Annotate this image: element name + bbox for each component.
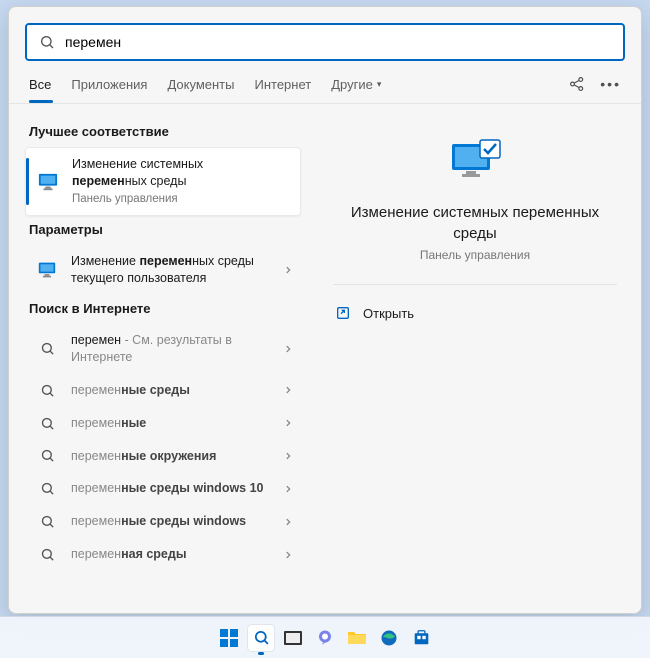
result-web-item[interactable]: переменные окружения (25, 440, 301, 473)
tabs-row: Все Приложения Документы Интернет Другие… (9, 61, 641, 104)
taskbar-explorer-button[interactable] (344, 625, 370, 651)
taskbar (0, 616, 650, 658)
search-input[interactable] (65, 34, 611, 50)
chevron-right-icon (283, 517, 293, 527)
chevron-right-icon (283, 550, 293, 560)
tab-docs[interactable]: Документы (167, 77, 234, 102)
search-icon (33, 448, 61, 463)
taskbar-search-button[interactable] (248, 625, 274, 651)
search-icon (33, 341, 61, 356)
preview-subtitle: Панель управления (420, 248, 530, 262)
tab-all[interactable]: Все (29, 77, 51, 102)
open-icon (335, 305, 351, 321)
result-web-item[interactable]: переменные среды windows 10 (25, 472, 301, 505)
chevron-right-icon (283, 484, 293, 494)
chevron-right-icon (283, 385, 293, 395)
results-list: Лучшее соответствие Изменение системных … (9, 104, 309, 613)
tab-apps[interactable]: Приложения (71, 77, 147, 102)
chevron-right-icon (283, 418, 293, 428)
taskbar-store-button[interactable] (408, 625, 434, 651)
preview-pane: Изменение системных переменных среды Пан… (309, 104, 641, 613)
monitor-check-icon (448, 138, 502, 186)
search-icon (33, 383, 61, 398)
result-web-item[interactable]: переменные среды (25, 374, 301, 407)
section-best-match: Лучшее соответствие (29, 124, 297, 139)
open-label: Открыть (363, 306, 414, 321)
start-button[interactable] (216, 625, 242, 651)
search-icon (39, 34, 55, 50)
chevron-right-icon (283, 344, 293, 354)
search-window: Все Приложения Документы Интернет Другие… (8, 6, 642, 614)
result-web-item[interactable]: переменная среды (25, 538, 301, 571)
tab-web[interactable]: Интернет (254, 77, 311, 102)
tab-more[interactable]: Другие▾ (331, 77, 381, 102)
chevron-right-icon (283, 451, 293, 461)
more-options-icon[interactable]: ••• (600, 76, 621, 92)
search-icon (33, 416, 61, 431)
chevron-right-icon (283, 265, 293, 275)
section-web-search: Поиск в Интернете (29, 301, 297, 316)
result-web-primary[interactable]: перемен - См. результаты в Интернете (25, 324, 301, 374)
chevron-down-icon: ▾ (377, 79, 382, 90)
search-icon (33, 514, 61, 529)
taskbar-taskview-button[interactable] (280, 625, 306, 651)
search-icon (33, 547, 61, 562)
monitor-icon (34, 172, 62, 192)
result-best-match[interactable]: Изменение системных переменных среды Пан… (25, 147, 301, 216)
result-web-item[interactable]: переменные (25, 407, 301, 440)
divider (333, 284, 617, 285)
open-action[interactable]: Открыть (333, 299, 416, 327)
section-settings: Параметры (29, 222, 297, 237)
taskbar-edge-button[interactable] (376, 625, 402, 651)
search-bar[interactable] (25, 23, 625, 61)
search-icon (33, 481, 61, 496)
share-icon[interactable] (568, 75, 586, 93)
preview-title: Изменение системных переменных среды (333, 202, 617, 244)
result-web-item[interactable]: переменные среды windows (25, 505, 301, 538)
monitor-icon (33, 261, 61, 279)
result-settings-item[interactable]: Изменение переменных среды текущего поль… (25, 245, 301, 295)
taskbar-chat-button[interactable] (312, 625, 338, 651)
